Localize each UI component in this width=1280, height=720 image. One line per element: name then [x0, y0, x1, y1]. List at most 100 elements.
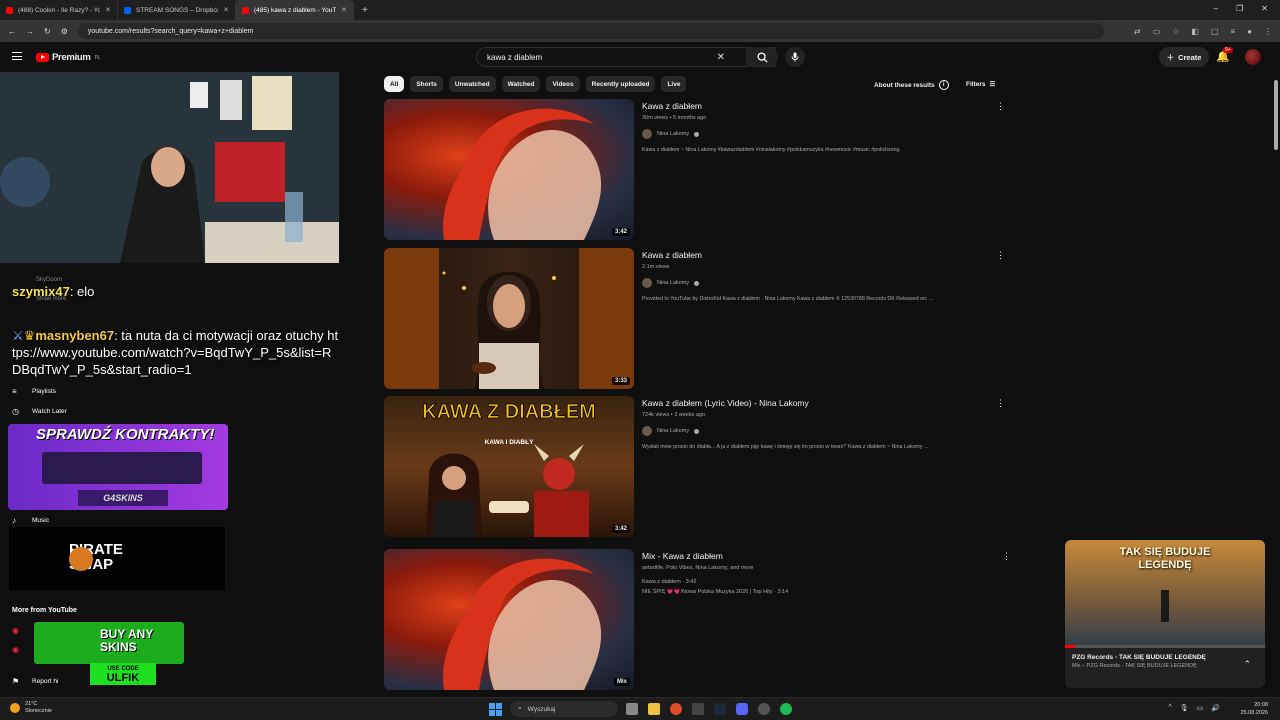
url-field[interactable]: youtube.com/results?search_query=kawa+z+…: [77, 23, 1104, 39]
site-info-icon[interactable]: ⚙: [61, 27, 68, 36]
show-more[interactable]: Show more: [36, 296, 66, 302]
more-options-icon[interactable]: ⋮: [996, 101, 1005, 112]
sponsor-title: BUY ANY SKINS: [100, 627, 154, 654]
spotify-icon[interactable]: [780, 703, 792, 715]
app-icon[interactable]: [692, 703, 704, 715]
new-tab-icon[interactable]: +: [362, 5, 368, 16]
task-view-icon[interactable]: [626, 703, 638, 715]
more-options-icon[interactable]: ⋮: [996, 398, 1005, 409]
channel-row[interactable]: Nina Lakomy: [642, 278, 1002, 288]
close-tab-icon[interactable]: ✕: [105, 6, 111, 14]
miniplayer-title[interactable]: PZG Records - TAK SIĘ BUDUJE LEGENDĘ: [1065, 648, 1265, 661]
channel-row[interactable]: Nina Lakomy: [642, 129, 1002, 139]
sidebar-item-premium[interactable]: ◉: [12, 626, 22, 635]
chevron-up-icon[interactable]: ⌃: [1243, 659, 1251, 670]
extensions-icon[interactable]: ◧: [1191, 27, 1199, 36]
create-button[interactable]: ＋ Create: [1159, 47, 1209, 67]
search-result[interactable]: KAWA Z DIABŁEM KAWA I DIABŁY 3:42 Kawa z…: [384, 396, 1005, 537]
search-button[interactable]: [746, 47, 778, 67]
chip-all[interactable]: All: [384, 76, 405, 92]
browser-menu-icon[interactable]: ⋮: [1264, 27, 1272, 36]
filters-button[interactable]: Filters ☰: [966, 80, 995, 89]
tab-title: (488) Cookin - Ile Razy? - YouTube: [18, 6, 101, 14]
miniplayer-video[interactable]: TAK SIĘ BUDUJE LEGENDĘ: [1065, 540, 1265, 648]
mix-thumbnail[interactable]: Mix: [384, 549, 634, 690]
mix-title[interactable]: Mix - Kawa z diabłem: [642, 551, 1002, 561]
page-scrollbar[interactable]: [1274, 80, 1278, 150]
chip-videos[interactable]: Videos: [546, 76, 580, 92]
voice-search-button[interactable]: [785, 47, 805, 67]
video-title[interactable]: Kawa z diabłem (Lyric Video) - Nina Lako…: [642, 398, 1002, 408]
chip-unwatched[interactable]: Unwatched: [448, 76, 496, 92]
mix-track-1[interactable]: Kawa z diabłem · 3:42: [642, 579, 1002, 585]
steam-icon[interactable]: [714, 703, 726, 715]
star-icon[interactable]: ☆: [1172, 27, 1179, 36]
reload-icon[interactable]: ↻: [44, 27, 51, 36]
sidebar-icon[interactable]: ≡: [1230, 27, 1235, 36]
tab-1[interactable]: (488) Cookin - Ile Razy? - YouTube ✕: [0, 0, 118, 20]
obs-icon[interactable]: [758, 703, 770, 715]
tray-chevron-icon[interactable]: ^: [1168, 704, 1171, 712]
sidebar-item-music-app[interactable]: ◉: [12, 645, 22, 654]
sidebar-item-report[interactable]: ⚑ Report hi: [12, 677, 58, 686]
mix-track-2[interactable]: NIE ŚPIĘ 💗💗/Nowa Polska Muzyka 2026 | To…: [642, 589, 1002, 595]
start-button[interactable]: [489, 703, 502, 716]
taskbar-search[interactable]: ⌕ Wyszukaj: [510, 701, 618, 717]
clear-search-icon[interactable]: ✕: [717, 52, 725, 63]
mix-result[interactable]: Mix Mix - Kawa z diabłem antartlife, Pol…: [384, 549, 1011, 690]
volume-icon[interactable]: 🔊: [1211, 704, 1220, 712]
search-result[interactable]: 3:42 Kawa z diabłem 30m views • 5 months…: [384, 99, 1005, 240]
channel-name[interactable]: Nina Lakomy: [657, 131, 689, 137]
search-input[interactable]: kawa z diablem ✕: [476, 47, 776, 67]
video-thumbnail[interactable]: 3:42: [384, 99, 634, 240]
chrome-icon[interactable]: [670, 703, 682, 715]
close-tab-icon[interactable]: ✕: [223, 6, 229, 14]
close-window-icon[interactable]: ✕: [1261, 4, 1268, 13]
clock[interactable]: 20:08 25.08.2026: [1240, 701, 1268, 717]
channel-name[interactable]: Nina Lakomy: [657, 428, 689, 434]
video-thumbnail[interactable]: KAWA Z DIABŁEM KAWA I DIABŁY 3:42: [384, 396, 634, 537]
channel-name[interactable]: Nina Lakomy: [657, 280, 689, 286]
more-options-icon[interactable]: ⋮: [996, 250, 1005, 261]
minimize-icon[interactable]: –: [1214, 4, 1218, 13]
close-tab-icon[interactable]: ✕: [341, 6, 347, 14]
sidebar-item-watch-later[interactable]: ◷ Watch Later: [12, 407, 67, 416]
video-title[interactable]: Kawa z diabłem: [642, 101, 1002, 111]
translate-icon[interactable]: ⇄: [1134, 27, 1141, 36]
channel-avatar[interactable]: [642, 129, 652, 139]
chip-live[interactable]: Live: [661, 76, 687, 92]
back-icon[interactable]: ←: [8, 27, 16, 36]
cast-icon[interactable]: ▭: [1153, 27, 1161, 36]
channel-avatar[interactable]: [642, 278, 652, 288]
about-results-button[interactable]: About these results i: [874, 80, 949, 90]
video-thumbnail[interactable]: 3:33: [384, 248, 634, 389]
more-options-icon[interactable]: ⋮: [1002, 551, 1011, 562]
chip-recently-uploaded[interactable]: Recently uploaded: [585, 76, 656, 92]
channel-row[interactable]: Nina Lakomy: [642, 426, 1002, 436]
chat-message-2: ⚔♛masnyben67: ta nuta da ci motywacji or…: [12, 327, 339, 379]
tab-search-icon[interactable]: ▢: [1211, 27, 1219, 36]
account-avatar[interactable]: [1245, 49, 1261, 65]
file-explorer-icon[interactable]: [648, 703, 660, 715]
youtube-logo[interactable]: Premium PL: [36, 52, 100, 63]
forward-icon[interactable]: →: [26, 27, 34, 36]
network-icon[interactable]: ▭: [1197, 704, 1204, 712]
miniplayer-progress[interactable]: [1065, 645, 1075, 648]
sidebar-item-music[interactable]: ♪ Music: [12, 516, 49, 525]
discord-icon[interactable]: [736, 703, 748, 715]
channel-avatar[interactable]: [642, 426, 652, 436]
chip-watched[interactable]: Watched: [501, 76, 541, 92]
video-title[interactable]: Kawa z diabłem: [642, 250, 1002, 260]
tab-2[interactable]: STREAM SONGS – Dropbox ✕: [118, 0, 236, 20]
microphone-icon[interactable]: 🎙: [1180, 704, 1189, 712]
notifications-button[interactable]: 🔔 9+: [1216, 47, 1233, 64]
profile-icon[interactable]: ●: [1247, 27, 1252, 36]
menu-icon[interactable]: [12, 52, 22, 60]
tab-3[interactable]: (485) kawa z diablem - YouTube ✕: [236, 0, 354, 20]
sidebar-item-playlists[interactable]: ≡ Playlists: [12, 387, 56, 396]
weather-widget[interactable]: 21°C Słonecznie: [25, 701, 52, 715]
miniplayer[interactable]: TAK SIĘ BUDUJE LEGENDĘ PZG Records - TAK…: [1065, 540, 1265, 688]
search-result[interactable]: 3:33 Kawa z diabłem 2.1m views Nina Lako…: [384, 248, 1005, 389]
chip-shorts[interactable]: Shorts: [410, 76, 443, 92]
maximize-icon[interactable]: ❐: [1236, 4, 1243, 13]
